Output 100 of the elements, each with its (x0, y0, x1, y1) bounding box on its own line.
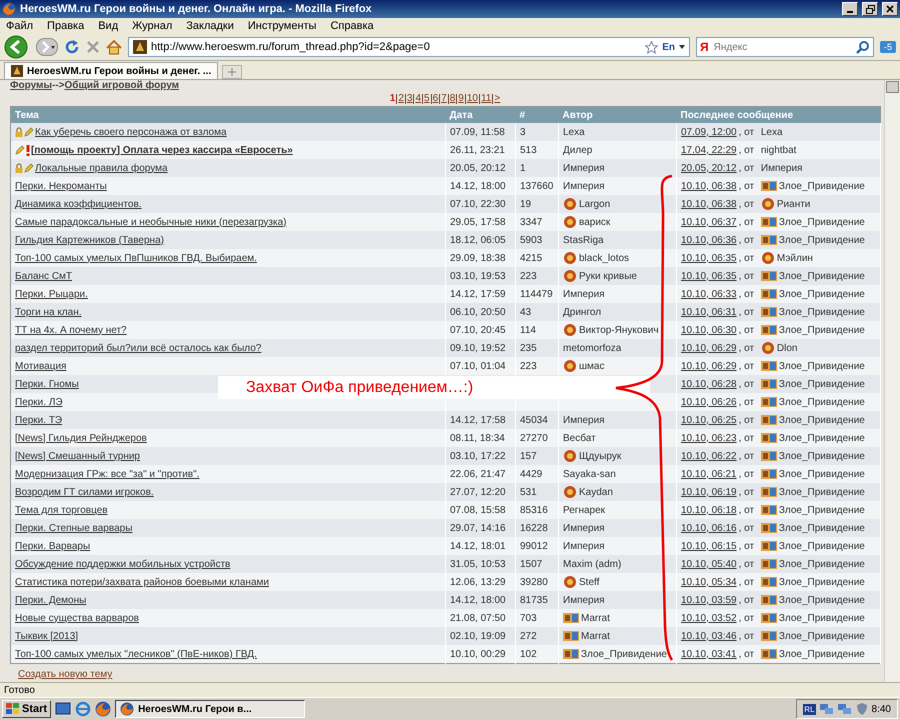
last-post-link[interactable]: 10.10, 06:22 (681, 450, 737, 462)
topic-link[interactable]: Мотивация (15, 360, 66, 372)
last-post-link[interactable]: 07.09, 12:00 (681, 126, 737, 138)
author-name[interactable]: black_lotos (579, 252, 630, 264)
author-name[interactable]: Злое_Привидение (778, 180, 865, 192)
author-name[interactable]: Империя (760, 162, 802, 174)
stop-button[interactable] (86, 40, 100, 54)
last-post-link[interactable]: 10.10, 06:38 (681, 180, 737, 192)
next-page-link[interactable]: > (492, 94, 502, 104)
author-name[interactable]: Щдуырук (579, 450, 622, 462)
last-post-link[interactable]: 10.10, 03:41 (681, 648, 737, 660)
author-name[interactable]: StasRiga (563, 234, 604, 246)
last-post-link[interactable]: 10.10, 06:26 (681, 396, 737, 408)
page-link[interactable]: 4 (413, 94, 422, 104)
author-name[interactable]: шмас (579, 360, 604, 372)
author-name[interactable]: Империя (563, 522, 605, 534)
menu-item[interactable]: Правка (47, 20, 84, 32)
author-name[interactable]: Злое_Привидение (778, 216, 865, 228)
topic-link[interactable]: Модернизация ГРж: все "за" и "против". (15, 468, 200, 480)
author-name[interactable]: Sayaka-san (563, 468, 616, 480)
desktop-icon[interactable] (55, 701, 72, 717)
language-indicator[interactable]: En (662, 42, 675, 52)
last-post-link[interactable]: 10.10, 06:36 (681, 234, 737, 246)
close-button[interactable] (882, 2, 898, 16)
topic-link[interactable]: [News] Смешанный турнир (15, 450, 140, 462)
topic-link[interactable]: [помощь проекту] Оплата через кассира «Евросеть» (31, 144, 293, 156)
page-link[interactable]: 9 (456, 94, 465, 104)
last-post-link[interactable]: 20.05, 20:12 (681, 162, 737, 174)
forward-button[interactable] (36, 38, 58, 56)
star-icon[interactable] (645, 40, 658, 54)
back-button[interactable] (4, 35, 30, 59)
browser-tab[interactable]: HeroesWM.ru Герои войны и денег. ... (4, 62, 218, 79)
menu-item[interactable]: Справка (330, 20, 374, 32)
topic-link[interactable]: ТТ на 4х. А почему нет? (15, 324, 127, 336)
topic-link[interactable]: Новые существа варваров (15, 612, 139, 624)
last-post-link[interactable]: 10.10, 06:15 (681, 540, 737, 552)
new-topic-link[interactable]: Создать новую тему (18, 669, 112, 680)
network-icon[interactable] (838, 703, 852, 715)
author-name[interactable]: Злое_Привидение (778, 540, 865, 552)
author-name[interactable]: Злое_Привидение (778, 522, 865, 534)
author-name[interactable]: Рианти (776, 198, 810, 210)
topic-link[interactable]: Локальные правила форума (35, 162, 168, 174)
author-name[interactable]: Marrat (581, 612, 610, 624)
dropdown-icon[interactable] (678, 45, 685, 49)
last-post-link[interactable]: 10.10, 06:33 (681, 288, 737, 300)
reload-button[interactable] (64, 39, 80, 55)
author-name[interactable]: Злое_Привидение (778, 630, 865, 642)
topic-link[interactable]: [News] Гильдия Рейнджеров (15, 432, 147, 444)
topic-link[interactable]: Тема для торговцев (15, 504, 108, 516)
author-name[interactable]: Lexa (760, 126, 783, 138)
author-name[interactable]: Largon (579, 198, 610, 210)
author-name[interactable]: Империя (563, 414, 605, 426)
topic-link[interactable]: Самые парадоксальные и необычные ники (перезагрузка) (15, 216, 286, 228)
topic-link[interactable]: Перки. Рыцари. (15, 288, 88, 300)
scrollbar[interactable] (884, 80, 900, 682)
author-name[interactable]: Злое_Привидение (778, 378, 865, 390)
page-link[interactable]: 6 (430, 94, 440, 104)
last-post-link[interactable]: 10.10, 05:34 (681, 576, 737, 588)
topic-link[interactable]: Возродим ГТ силами игроков. (15, 486, 154, 498)
search-box[interactable]: Я Яндекс (696, 37, 874, 57)
author-name[interactable]: Злое_Привидение (778, 504, 865, 516)
topic-link[interactable]: Гильдия Картежников (Таверна) (15, 234, 164, 246)
topic-link[interactable]: Топ-100 самых умелых ПвПшников ГВД. Выбираем. (15, 252, 257, 264)
last-post-link[interactable]: 10.10, 06:19 (681, 486, 737, 498)
topic-link[interactable]: Перки. ТЭ (15, 414, 62, 426)
taskbar-button[interactable]: HeroesWM.ru Герои в... (115, 700, 306, 718)
author-name[interactable]: Злое_Привидение (778, 360, 865, 372)
last-post-link[interactable]: 10.10, 06:16 (681, 522, 737, 534)
last-post-link[interactable]: 10.10, 06:35 (681, 252, 737, 264)
author-name[interactable]: Империя (563, 594, 605, 606)
author-name[interactable]: Lexa (563, 126, 585, 138)
breadcrumb-link[interactable]: Общий игровой форум (64, 80, 180, 91)
author-name[interactable]: Дилер (563, 144, 592, 156)
author-name[interactable]: Дрингол (563, 306, 602, 318)
shield-icon[interactable] (856, 703, 868, 715)
author-name[interactable]: Мэйлин (776, 252, 813, 264)
last-post-link[interactable]: 10.10, 03:46 (681, 630, 737, 642)
author-name[interactable]: Империя (563, 288, 605, 300)
current-page[interactable]: 1 (388, 94, 396, 104)
topic-link[interactable]: Перки. Демоны (15, 594, 86, 606)
author-name[interactable]: Злое_Привидение (778, 288, 865, 300)
topic-link[interactable]: Топ-100 самых умелых "лесников" (ПвЕ-ников) ГВД. (15, 648, 257, 660)
last-post-link[interactable]: 17.04, 22:29 (681, 144, 737, 156)
topic-link[interactable]: Как уберечь своего персонажа от взлома (35, 126, 227, 138)
page-link[interactable]: 11 (478, 94, 492, 104)
author-name[interactable]: Злое_Привидение (581, 648, 667, 660)
last-post-link[interactable]: 10.10, 06:18 (681, 504, 737, 516)
author-name[interactable]: Marrat (581, 630, 610, 642)
breadcrumb-link[interactable]: Форумы (10, 80, 52, 91)
page-link[interactable]: 7 (439, 94, 448, 104)
author-name[interactable]: Весбат (563, 432, 596, 444)
last-post-link[interactable]: 10.10, 06:21 (681, 468, 737, 480)
author-name[interactable]: Злое_Привидение (778, 432, 865, 444)
last-post-link[interactable]: 10.10, 06:37 (681, 216, 737, 228)
author-name[interactable]: Империя (563, 180, 605, 192)
author-name[interactable]: Злое_Привидение (778, 594, 865, 606)
author-name[interactable]: Maxim (adm) (563, 558, 622, 570)
browser-logo-icon[interactable] (95, 701, 112, 717)
author-name[interactable]: Руки кривые (579, 270, 637, 282)
author-name[interactable]: Злое_Привидение (778, 324, 865, 336)
